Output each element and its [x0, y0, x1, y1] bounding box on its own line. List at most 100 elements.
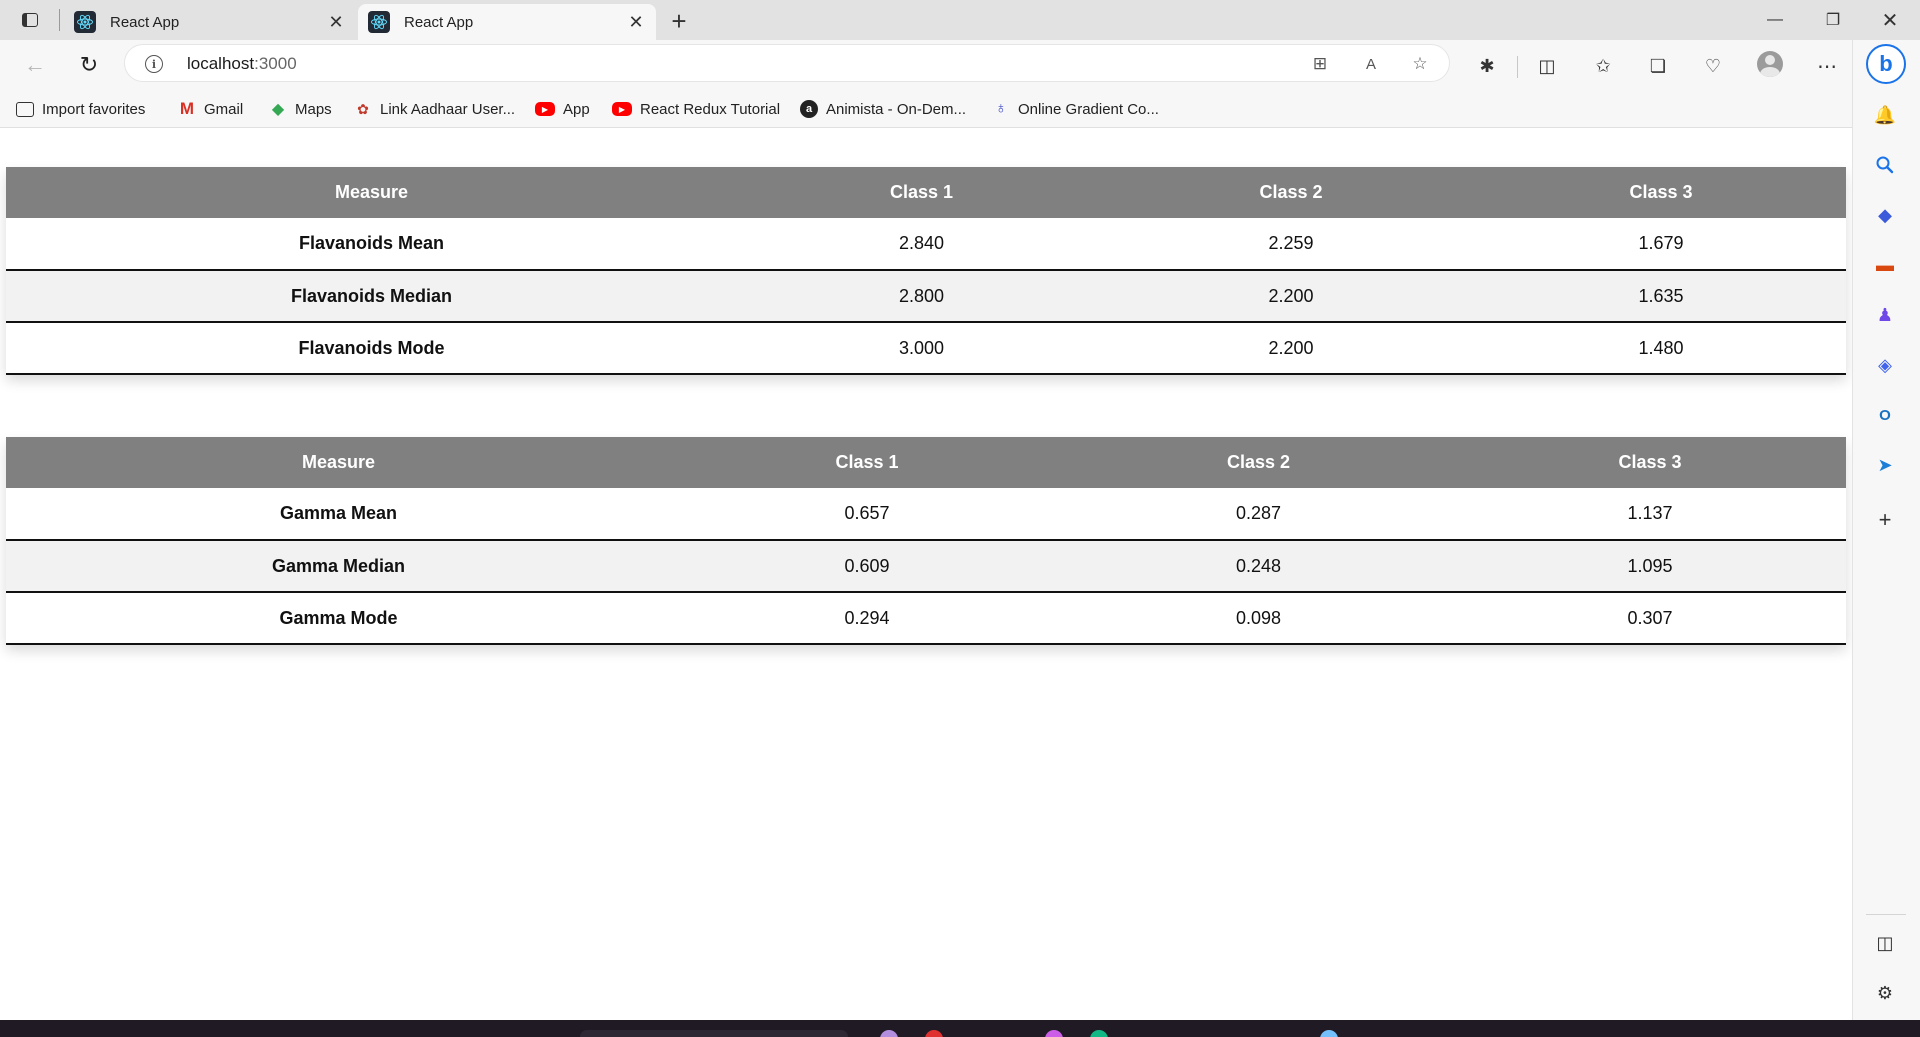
- shopping-tag-icon[interactable]: ◆: [1870, 200, 1900, 230]
- minimize-icon[interactable]: —: [1747, 0, 1803, 40]
- react-logo-icon: [74, 11, 96, 33]
- bookmark-import-favorites[interactable]: Import favorites: [16, 96, 145, 122]
- browser-toolbar: ← ↻ i localhost:3000 ⊞ A ☆ ✱ ◫ ✩ ❏ ♡ ⋯: [0, 40, 1920, 88]
- add-sidebar-app-icon[interactable]: +: [1870, 505, 1900, 535]
- react-logo-icon: [368, 11, 390, 33]
- column-header: Measure: [6, 437, 671, 488]
- favorites-icon[interactable]: ✩: [1590, 53, 1616, 79]
- tools-briefcase-icon[interactable]: ▬: [1870, 250, 1900, 280]
- bookmark-maps[interactable]: ◆ Maps: [269, 96, 332, 122]
- taskbar-app-icon[interactable]: [880, 1030, 898, 1037]
- bing-copilot-icon[interactable]: b: [1866, 44, 1906, 84]
- class-2-cell: 0.287: [1063, 488, 1454, 541]
- os-taskbar: [0, 1020, 1920, 1037]
- sidebar-settings-gear-icon[interactable]: ⚙: [1870, 978, 1900, 1008]
- table-row: Gamma Mode 0.294 0.098 0.307: [6, 592, 1846, 645]
- profile-avatar[interactable]: [1757, 51, 1783, 77]
- microsoft-365-icon[interactable]: ◈: [1870, 350, 1900, 380]
- favorite-star-icon[interactable]: ☆: [1409, 53, 1431, 75]
- taskbar-app-icon[interactable]: [925, 1030, 943, 1037]
- refresh-icon[interactable]: ↻: [72, 48, 106, 82]
- bookmark-label: React Redux Tutorial: [640, 100, 781, 118]
- column-header: Class 2: [1063, 437, 1454, 488]
- outlook-icon[interactable]: O: [1870, 400, 1900, 430]
- gmail-icon: M: [179, 99, 195, 118]
- search-icon[interactable]: [1870, 150, 1900, 180]
- class-1-cell: 0.657: [671, 488, 1063, 541]
- hide-sidebar-icon[interactable]: ◫: [1870, 928, 1900, 958]
- bookmark-animista[interactable]: a Animista - On-Dem...: [800, 96, 966, 122]
- gradient-icon: ♁: [995, 100, 1007, 117]
- measure-cell: Gamma Median: [6, 540, 671, 593]
- tab-react-app-2[interactable]: React App ✕: [358, 4, 656, 40]
- bookmark-link-aadhaar[interactable]: ✿ Link Aadhaar User...: [354, 96, 515, 122]
- column-header: Measure: [6, 167, 737, 218]
- bookmark-label: Import favorites: [42, 100, 146, 118]
- gamma-table: Measure Class 1 Class 2 Class 3 Gamma Me…: [6, 437, 1846, 645]
- bookmark-app[interactable]: ▶ App: [535, 96, 590, 122]
- bookmark-label: App: [563, 100, 590, 118]
- extensions-icon[interactable]: ✱: [1474, 53, 1500, 79]
- new-tab-button[interactable]: +: [664, 6, 694, 36]
- app-available-icon[interactable]: ⊞: [1309, 53, 1331, 75]
- close-window-icon[interactable]: ✕: [1862, 0, 1918, 40]
- games-chess-icon[interactable]: ♟: [1870, 300, 1900, 330]
- maps-icon: ◆: [271, 101, 285, 118]
- table-row: Flavanoids Mean 2.840 2.259 1.679: [6, 218, 1846, 271]
- tab-title: React App: [404, 13, 474, 31]
- tab-title: React App: [110, 13, 180, 31]
- sidebar-divider: [1866, 914, 1906, 915]
- import-icon: [16, 101, 34, 117]
- browser-essentials-icon[interactable]: ♡: [1700, 53, 1726, 79]
- bookmark-online-gradient[interactable]: ♁ Online Gradient Co...: [992, 96, 1159, 122]
- table-row: Gamma Median 0.609 0.248 1.095: [6, 540, 1846, 593]
- taskbar-search[interactable]: [580, 1030, 848, 1037]
- site-info-icon[interactable]: i: [145, 55, 163, 73]
- bookmark-label: Animista - On-Dem...: [826, 100, 967, 118]
- read-aloud-icon[interactable]: A: [1360, 53, 1382, 75]
- youtube-icon: ▶: [535, 102, 555, 116]
- class-2-cell: 2.200: [1106, 270, 1476, 323]
- measure-cell: Flavanoids Mean: [6, 218, 737, 271]
- taskbar-app-icon[interactable]: [1090, 1030, 1108, 1037]
- table-header-row: Measure Class 1 Class 2 Class 3: [6, 437, 1846, 488]
- column-header: Class 1: [737, 167, 1106, 218]
- close-tab-icon[interactable]: ✕: [622, 8, 650, 36]
- taskbar-app-icon[interactable]: [1320, 1030, 1338, 1037]
- class-2-cell: 2.200: [1106, 322, 1476, 375]
- restore-icon[interactable]: ❐: [1805, 0, 1861, 40]
- address-bar[interactable]: i localhost:3000 ⊞ A ☆: [124, 44, 1450, 82]
- notifications-bell-icon[interactable]: 🔔: [1870, 100, 1900, 130]
- bookmark-gmail[interactable]: M Gmail: [178, 96, 243, 122]
- bookmark-react-redux-tutorial[interactable]: ▶ React Redux Tutorial: [612, 96, 780, 122]
- tab-actions-icon[interactable]: [20, 10, 40, 30]
- column-header: Class 3: [1476, 167, 1846, 218]
- drop-send-icon[interactable]: ➤: [1870, 450, 1900, 480]
- class-1-cell: 2.840: [737, 218, 1106, 271]
- class-2-cell: 0.098: [1063, 592, 1454, 645]
- close-tab-icon[interactable]: ✕: [322, 8, 350, 36]
- split-screen-icon[interactable]: ◫: [1534, 53, 1560, 79]
- class-3-cell: 0.307: [1454, 592, 1846, 645]
- column-header: Class 2: [1106, 167, 1476, 218]
- taskbar-app-icon[interactable]: [1045, 1030, 1063, 1037]
- class-3-cell: 1.480: [1476, 322, 1846, 375]
- settings-more-icon[interactable]: ⋯: [1814, 53, 1840, 79]
- bookmark-label: Maps: [295, 100, 332, 118]
- column-header: Class 3: [1454, 437, 1846, 488]
- measure-cell: Gamma Mode: [6, 592, 671, 645]
- class-3-cell: 1.679: [1476, 218, 1846, 271]
- tab-react-app-1[interactable]: React App ✕: [64, 4, 356, 40]
- back-icon[interactable]: ←: [18, 48, 52, 82]
- flavanoids-table: Measure Class 1 Class 2 Class 3 Flavanoi…: [6, 167, 1846, 375]
- class-2-cell: 2.259: [1106, 218, 1476, 271]
- bookmark-label: Link Aadhaar User...: [380, 100, 516, 118]
- title-bar: React App ✕ React App ✕ + — ❐ ✕: [0, 0, 1920, 40]
- bookmark-label: Gmail: [204, 100, 244, 118]
- collections-icon[interactable]: ❏: [1645, 53, 1671, 79]
- table-row: Flavanoids Median 2.800 2.200 1.635: [6, 270, 1846, 323]
- class-1-cell: 3.000: [737, 322, 1106, 375]
- page-content: Measure Class 1 Class 2 Class 3 Flavanoi…: [0, 129, 1852, 1020]
- class-1-cell: 0.609: [671, 540, 1063, 593]
- measure-cell: Flavanoids Mode: [6, 322, 737, 375]
